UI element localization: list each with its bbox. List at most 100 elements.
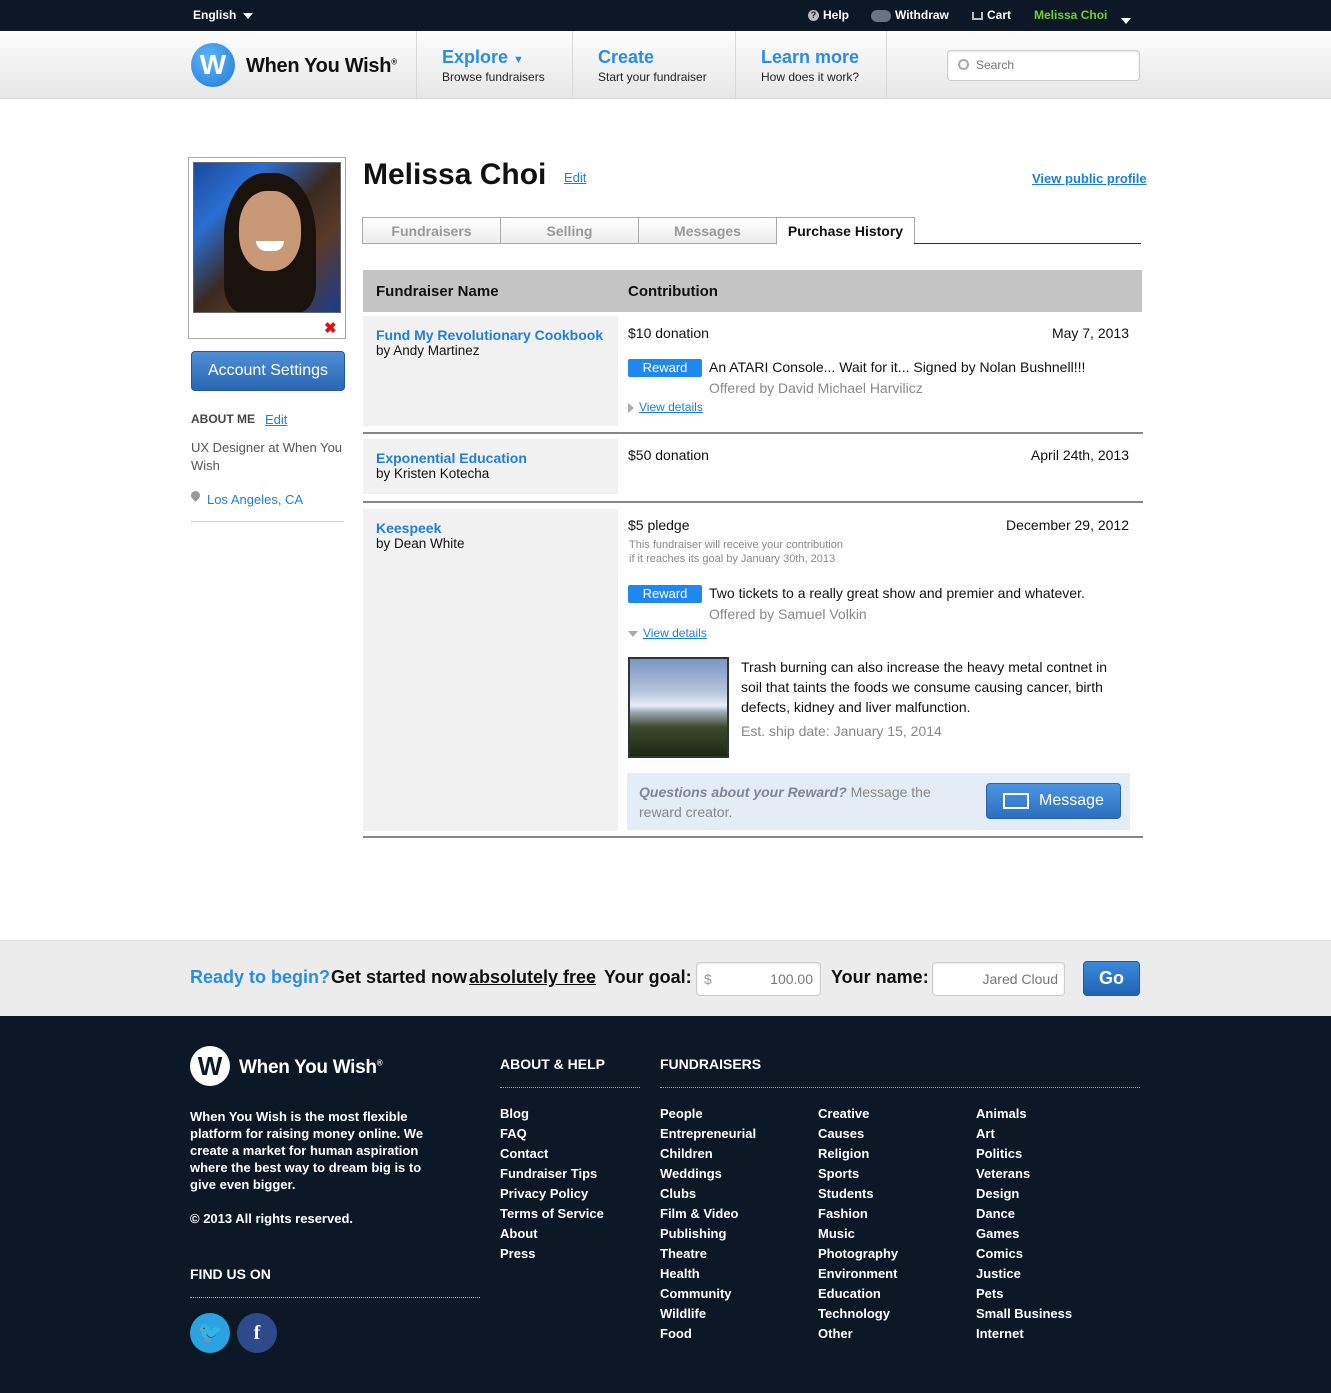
footer-link[interactable]: FAQ <box>500 1124 604 1144</box>
fundraiser-link[interactable]: Fund My Revolutionary Cookbook <box>376 327 605 343</box>
tab-fundraisers[interactable]: Fundraisers <box>362 217 501 244</box>
logo-text[interactable]: When You Wish® <box>246 55 397 78</box>
profile-photo[interactable] <box>193 162 341 313</box>
category-link[interactable]: Theatre <box>660 1244 756 1264</box>
user-menu[interactable]: Melissa Choi <box>1034 8 1107 22</box>
category-link[interactable]: Clubs <box>660 1184 756 1204</box>
category-link[interactable]: Publishing <box>660 1224 756 1244</box>
footer-link[interactable]: Terms of Service <box>500 1204 604 1224</box>
nav-learn-more[interactable]: Learn more How does it work? <box>735 31 887 99</box>
about-me-edit-link[interactable]: Edit <box>265 412 287 427</box>
footer-logo-text[interactable]: When You Wish® <box>239 1057 383 1079</box>
category-link[interactable]: Food <box>660 1324 756 1344</box>
tab-selling[interactable]: Selling <box>500 217 639 244</box>
category-link[interactable]: Pets <box>976 1284 1072 1304</box>
category-link[interactable]: Sports <box>818 1164 898 1184</box>
category-link[interactable]: Dance <box>976 1204 1072 1224</box>
logo-w-icon[interactable]: W <box>191 43 235 87</box>
view-details-toggle[interactable]: View details <box>628 400 703 414</box>
reward-offered-by: Offered by David Michael Harvilicz <box>709 380 923 396</box>
facebook-icon[interactable]: f <box>237 1313 277 1353</box>
tab-messages[interactable]: Messages <box>638 217 777 244</box>
contribution-amount: $50 donation <box>628 447 709 463</box>
nav-explore-subtitle: Browse fundraisers <box>442 70 545 84</box>
reward-image <box>628 657 729 758</box>
footer-logo-w-icon[interactable]: W <box>190 1046 230 1086</box>
category-link[interactable]: Environment <box>818 1264 898 1284</box>
col-fundraiser-name: Fundraiser Name <box>376 283 499 300</box>
footer-link[interactable]: Blog <box>500 1104 604 1124</box>
nav-create[interactable]: Create Start your fundraiser <box>572 31 735 99</box>
category-link[interactable]: Film & Video <box>660 1204 756 1224</box>
help-link[interactable]: ? Help <box>808 8 849 22</box>
go-button[interactable]: Go <box>1083 961 1140 996</box>
cta-ready: Ready to begin? <box>190 967 331 987</box>
view-details-link[interactable]: View details <box>643 626 707 640</box>
category-link[interactable]: Animals <box>976 1104 1072 1124</box>
footer-link[interactable]: Contact <box>500 1144 604 1164</box>
category-link[interactable]: Games <box>976 1224 1072 1244</box>
tab-purchase-history[interactable]: Purchase History <box>776 217 915 245</box>
cta-free-link[interactable]: absolutely free <box>469 967 596 988</box>
language-selector[interactable]: English <box>193 8 254 22</box>
expand-right-icon <box>628 402 634 413</box>
category-link[interactable]: Education <box>818 1284 898 1304</box>
category-link[interactable]: Creative <box>818 1104 898 1124</box>
category-link[interactable]: Entrepreneurial <box>660 1124 756 1144</box>
col-contribution: Contribution <box>628 283 718 300</box>
category-link[interactable]: Wildlife <box>660 1304 756 1324</box>
category-link[interactable]: Music <box>818 1224 898 1244</box>
category-link[interactable]: Causes <box>818 1124 898 1144</box>
category-link[interactable]: Students <box>818 1184 898 1204</box>
user-menu-chevron-icon[interactable] <box>1121 13 1131 27</box>
withdraw-link[interactable]: Withdraw <box>871 8 949 22</box>
category-link[interactable]: Community <box>660 1284 756 1304</box>
message-button[interactable]: Message <box>986 783 1121 819</box>
category-link[interactable]: Other <box>818 1324 898 1344</box>
category-link[interactable]: Small Business <box>976 1304 1072 1324</box>
category-link[interactable]: Internet <box>976 1324 1072 1344</box>
footer-link[interactable]: Press <box>500 1244 604 1264</box>
view-details-link[interactable]: View details <box>639 400 703 414</box>
row-divider <box>363 501 1143 503</box>
table-row: Exponential Education by Kristen Kotecha <box>363 439 618 494</box>
cart-link[interactable]: Cart <box>972 8 1011 22</box>
withdraw-label: Withdraw <box>895 8 949 22</box>
fundraiser-link[interactable]: Exponential Education <box>376 450 605 466</box>
footer-link[interactable]: Privacy Policy <box>500 1184 604 1204</box>
category-link[interactable]: Religion <box>818 1144 898 1164</box>
reward-question-text: Questions about your Reward? Message the… <box>639 784 931 820</box>
goal-input[interactable] <box>717 971 813 987</box>
footer-link[interactable]: Fundraiser Tips <box>500 1164 604 1184</box>
location-link[interactable]: Los Angeles, CA <box>207 492 303 507</box>
category-link[interactable]: Art <box>976 1124 1072 1144</box>
category-link[interactable]: Design <box>976 1184 1072 1204</box>
category-link[interactable]: Politics <box>976 1144 1072 1164</box>
category-link[interactable]: Photography <box>818 1244 898 1264</box>
category-link[interactable]: Weddings <box>660 1164 756 1184</box>
category-link[interactable]: Comics <box>976 1244 1072 1264</box>
about-help-divider <box>500 1087 640 1088</box>
view-details-toggle[interactable]: View details <box>628 626 707 640</box>
search-input[interactable] <box>976 58 1126 72</box>
category-link[interactable]: Fashion <box>818 1204 898 1224</box>
category-link[interactable]: Technology <box>818 1304 898 1324</box>
contribution-date: May 7, 2013 <box>1051 325 1129 341</box>
category-link[interactable]: People <box>660 1104 756 1124</box>
twitter-icon[interactable]: 🐦 <box>190 1313 230 1353</box>
reward-badge: Reward <box>628 585 702 603</box>
category-link[interactable]: Children <box>660 1144 756 1164</box>
profile-name-edit-link[interactable]: Edit <box>564 170 586 185</box>
category-link[interactable]: Health <box>660 1264 756 1284</box>
nav-explore[interactable]: Explore ▼ Browse fundraisers <box>416 31 573 99</box>
category-link[interactable]: Justice <box>976 1264 1072 1284</box>
name-input[interactable] <box>941 971 1058 987</box>
remove-photo-icon[interactable]: ✖ <box>324 319 337 337</box>
footer-link[interactable]: About <box>500 1224 604 1244</box>
footer-copyright: © 2013 All rights reserved. <box>190 1211 354 1226</box>
category-link[interactable]: Veterans <box>976 1164 1072 1184</box>
fundraiser-link[interactable]: Keespeek <box>376 520 605 536</box>
account-settings-button[interactable]: Account Settings <box>191 351 345 391</box>
name-label: Your name: <box>831 967 929 987</box>
view-public-profile-link[interactable]: View public profile <box>1032 171 1147 186</box>
